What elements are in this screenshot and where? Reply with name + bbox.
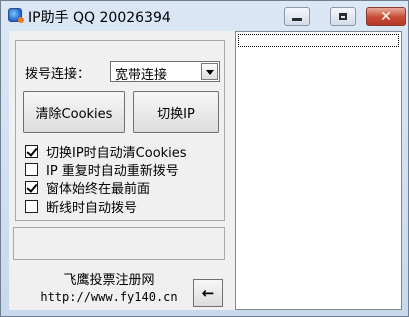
minimize-button[interactable] — [284, 7, 310, 26]
checkbox-redial-on-duplicate-ip[interactable]: IP 重复时自动重新拨号 — [25, 160, 179, 179]
site-name: 飞鹰投票注册网 — [63, 273, 155, 288]
checkbox-label: 断线时自动拨号 — [46, 200, 138, 216]
site-url-link[interactable]: http://www.fy140.cn — [9, 290, 209, 304]
title-bar[interactable]: IP助手 QQ 20026394 ✕ — [1, 1, 408, 31]
dial-connection-select[interactable]: 宽带连接 — [110, 61, 220, 83]
minimize-icon — [292, 18, 302, 21]
checkbox-box[interactable] — [25, 144, 38, 158]
maximize-icon — [339, 13, 347, 20]
window-title: IP助手 QQ 20026394 — [28, 10, 171, 26]
dropdown-arrow-icon[interactable] — [201, 63, 218, 80]
checkbox-label: 切换IP时自动清Cookies — [46, 145, 187, 161]
close-button[interactable]: ✕ — [366, 7, 406, 26]
dial-connection-value: 宽带连接 — [115, 68, 168, 83]
switch-ip-button[interactable]: 切换IP — [133, 91, 219, 133]
settings-panel: 拨号连接： 宽带连接 清除Cookies 切换IP 切换IP时自动清Cookie… — [15, 40, 225, 221]
clear-cookies-button[interactable]: 清除Cookies — [23, 91, 125, 133]
checkbox-label: 窗体始终在最前面 — [46, 181, 151, 197]
dial-connection-label: 拨号连接： — [25, 67, 91, 82]
client-area: 拨号连接： 宽带连接 清除Cookies 切换IP 切换IP时自动清Cookie… — [9, 31, 402, 310]
log-list[interactable] — [235, 31, 402, 310]
close-icon: ✕ — [380, 8, 392, 25]
back-arrow-button[interactable]: ← — [193, 279, 223, 307]
maximize-button[interactable] — [330, 7, 356, 26]
app-icon — [8, 8, 24, 23]
checkbox-box[interactable] — [25, 162, 38, 176]
status-box — [13, 227, 225, 260]
checkbox-box[interactable] — [25, 199, 38, 213]
log-focus-row — [238, 34, 399, 47]
app-window: IP助手 QQ 20026394 ✕ 拨号连接： 宽带连接 清除Cookies … — [0, 0, 409, 317]
checkbox-auto-dial-on-disconnect[interactable]: 断线时自动拨号 — [25, 197, 138, 216]
checkbox-auto-clear-cookies[interactable]: 切换IP时自动清Cookies — [25, 142, 187, 161]
checkbox-always-on-top[interactable]: 窗体始终在最前面 — [25, 178, 151, 197]
checkbox-label: IP 重复时自动重新拨号 — [46, 163, 179, 179]
checkbox-box[interactable] — [25, 180, 38, 194]
